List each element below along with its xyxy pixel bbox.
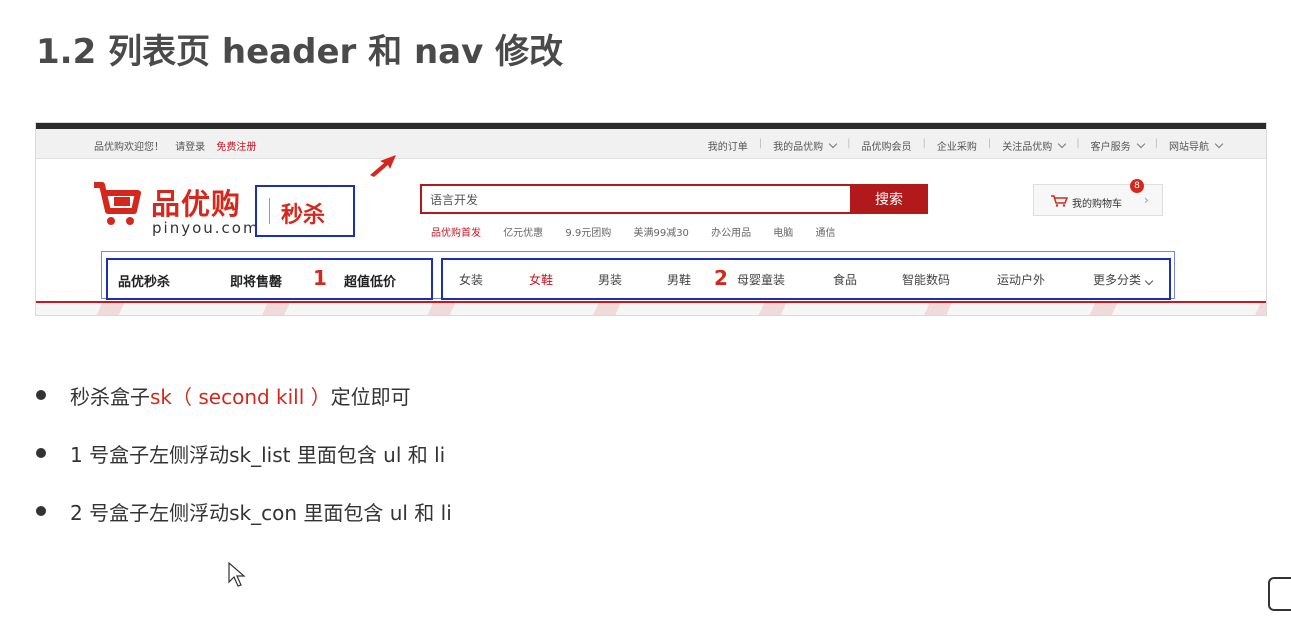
shortcut-link-label: 网站导航 bbox=[1169, 142, 1209, 153]
sk-list-box: 品优秒杀 即将售罄 1 超值低价 bbox=[106, 258, 433, 300]
shortcut-right: 我的订单 | 我的品优购 | 品优购会员 | 企业采购 | 关注品优购 | 客户… bbox=[708, 138, 1224, 153]
chevron-down-icon bbox=[1214, 139, 1224, 149]
bullet-highlight: sk（ second kill ） bbox=[150, 384, 331, 409]
red-arrow-annotation bbox=[370, 155, 396, 177]
bullet-list: 秒杀盒子 sk（ second kill ） 定位即可 1 号盒子左侧浮动sk_… bbox=[36, 366, 452, 540]
bullet-text: 2 号盒子左侧浮动sk_con 里面包含 ul 和 li bbox=[70, 500, 452, 525]
more-categories-label: 更多分类 bbox=[1093, 273, 1142, 287]
bullet-text-post: 定位即可 bbox=[330, 384, 411, 409]
shortcut-link-member[interactable]: 品优购会员 bbox=[862, 138, 912, 153]
brand-name: 品优购 bbox=[151, 187, 242, 221]
shortcut-link-service[interactable]: 客户服务 bbox=[1090, 138, 1145, 153]
cart-logo-icon bbox=[94, 182, 141, 225]
bullet-text: 1 号盒子左侧浮动sk_list 里面包含 ul 和 li bbox=[70, 442, 446, 467]
chevron-down-icon bbox=[1058, 139, 1067, 149]
category-link[interactable]: 男装 bbox=[598, 271, 622, 288]
search-box: 搜索 bbox=[420, 184, 928, 214]
shopping-cart-icon bbox=[1051, 195, 1068, 207]
search-input[interactable] bbox=[422, 186, 858, 212]
category-link[interactable]: 女装 bbox=[459, 271, 483, 288]
sk-con-box: 女装 女鞋 男装 男鞋 2 母婴童装 食品 智能数码 运动户外 更多分类 bbox=[441, 258, 1171, 300]
category-link[interactable]: 母婴童装 bbox=[737, 271, 785, 288]
shortcut-link-orders[interactable]: 我的订单 bbox=[708, 138, 748, 153]
separator: | bbox=[1076, 138, 1080, 149]
register-link[interactable]: 免费注册 bbox=[216, 142, 256, 153]
category-link[interactable]: 智能数码 bbox=[902, 271, 950, 288]
seckill-box[interactable]: 秒杀 bbox=[255, 185, 355, 237]
shortcut-left: 品优购欢迎您！ 请登录 免费注册 bbox=[94, 138, 264, 153]
bullet-dot bbox=[36, 390, 46, 400]
hotword-link[interactable]: 9.9元团购 bbox=[565, 228, 611, 239]
sk-list-item[interactable]: 品优秒杀 bbox=[118, 271, 170, 290]
mouse-cursor-icon bbox=[228, 562, 246, 587]
shortcut-link-follow[interactable]: 关注品优购 bbox=[1002, 138, 1067, 153]
separator: | bbox=[987, 138, 992, 149]
shortcut-link-label: 我的品优购 bbox=[773, 142, 824, 153]
login-link[interactable]: 请登录 bbox=[175, 142, 205, 153]
welcome-text: 品优购欢迎您！ bbox=[94, 142, 164, 153]
more-categories-link[interactable]: 更多分类 bbox=[1093, 271, 1154, 288]
shortcut-bar: 品优购欢迎您！ 请登录 免费注册 我的订单 | 我的品优购 | 品优购会员 | … bbox=[36, 129, 1266, 159]
box-number-1: 1 bbox=[313, 266, 327, 290]
corner-widget-icon[interactable] bbox=[1268, 577, 1291, 611]
brand-pinyin: pinyou.com bbox=[152, 219, 260, 237]
my-cart-button[interactable]: 我的购物车 › 8 bbox=[1033, 179, 1163, 216]
hotword-link[interactable]: 电脑 bbox=[773, 228, 793, 239]
bullet-item: 2 号盒子左侧浮动sk_con 里面包含 ul 和 li bbox=[36, 482, 452, 540]
bullet-item: 秒杀盒子 sk（ second kill ） 定位即可 bbox=[36, 366, 452, 424]
chevron-down-icon bbox=[1144, 276, 1154, 286]
separator: | bbox=[922, 138, 926, 149]
bullet-dot bbox=[36, 448, 46, 458]
separator: | bbox=[847, 138, 851, 149]
cart-label: 我的购物车 bbox=[1072, 199, 1122, 210]
shortcut-link-label: 关注品优购 bbox=[1002, 142, 1053, 153]
shortcut-link-sitenav[interactable]: 网站导航 bbox=[1169, 138, 1224, 153]
nav-decorative-stripe bbox=[36, 303, 1266, 315]
search-button[interactable]: 搜索 bbox=[850, 184, 928, 214]
sk-list-item[interactable]: 即将售罄 bbox=[230, 271, 282, 290]
shortcut-link-my-pinyou[interactable]: 我的品优购 bbox=[773, 138, 838, 153]
hotword-link[interactable]: 办公用品 bbox=[711, 228, 751, 239]
hotword-link[interactable]: 亿元优惠 bbox=[503, 228, 543, 239]
bullet-item: 1 号盒子左侧浮动sk_list 里面包含 ul 和 li bbox=[36, 424, 452, 482]
category-link[interactable]: 食品 bbox=[833, 271, 857, 288]
seckill-divider bbox=[269, 198, 270, 224]
separator: | bbox=[758, 138, 763, 149]
shortcut-link-enterprise[interactable]: 企业采购 bbox=[937, 138, 977, 153]
slide-title: 1.2 列表页 header 和 nav 修改 bbox=[36, 32, 564, 72]
shortcut-link-label: 我的订单 bbox=[707, 142, 748, 153]
website-screenshot: 品优购欢迎您！ 请登录 免费注册 我的订单 | 我的品优购 | 品优购会员 | … bbox=[35, 122, 1267, 316]
seckill-label: 秒杀 bbox=[281, 203, 326, 228]
hotword-link[interactable]: 美满99减30 bbox=[633, 228, 688, 239]
bullet-text: 秒杀盒子 bbox=[70, 384, 150, 409]
chevron-down-icon bbox=[1136, 139, 1145, 149]
separator: | bbox=[1154, 138, 1158, 149]
box-number-2: 2 bbox=[714, 266, 728, 290]
shortcut-link-label: 企业采购 bbox=[936, 142, 977, 153]
bullet-dot bbox=[36, 506, 46, 516]
shortcut-link-label: 品优购会员 bbox=[861, 142, 912, 153]
hotword-link[interactable]: 品优购首发 bbox=[431, 228, 481, 239]
category-link[interactable]: 运动户外 bbox=[997, 271, 1045, 288]
shortcut-link-label: 客户服务 bbox=[1090, 142, 1131, 153]
sk-list-item[interactable]: 超值低价 bbox=[344, 271, 396, 290]
category-link[interactable]: 男鞋 bbox=[667, 271, 691, 288]
chevron-down-icon bbox=[828, 139, 838, 149]
hotword-link[interactable]: 通信 bbox=[815, 228, 835, 239]
hotwords: 品优购首发 亿元优惠 9.9元团购 美满99减30 办公用品 电脑 通信 bbox=[431, 224, 854, 239]
category-link-active[interactable]: 女鞋 bbox=[529, 271, 553, 288]
cart-count-badge: 8 bbox=[1130, 179, 1144, 193]
chevron-right-icon: › bbox=[1144, 193, 1149, 207]
